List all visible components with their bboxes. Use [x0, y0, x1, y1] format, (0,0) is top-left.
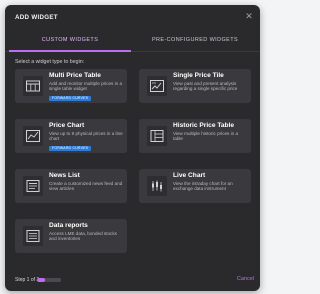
tab-bar: CUSTOM WIDGETS PRE-CONFIGURED WIDGETS — [5, 29, 260, 52]
modal-footer: Step 1 of 3 Cancel — [5, 269, 260, 291]
widget-title: Multi Price Table — [49, 72, 101, 79]
widget-card-historic-price-table[interactable]: Historic Price Table View multiple histo… — [139, 119, 251, 153]
line-chart-icon — [23, 126, 43, 146]
widget-description: View the intraday chart for an exchange … — [173, 181, 233, 192]
report-icon — [23, 226, 43, 246]
tab-custom-widgets[interactable]: CUSTOM WIDGETS — [9, 29, 131, 52]
cancel-button[interactable]: Cancel — [237, 276, 254, 282]
widget-title: Price Chart — [49, 122, 85, 129]
widget-card-single-price-tile[interactable]: Single Price Tile View past and present … — [139, 69, 251, 103]
widget-description: Create a customized news feed and view a… — [49, 181, 123, 192]
widget-description: View past and present analysis regarding… — [173, 81, 238, 92]
tab-pre-configured-widgets[interactable]: PRE-CONFIGURED WIDGETS — [134, 29, 256, 51]
historic-table-icon — [147, 126, 167, 146]
table-grid-icon — [23, 76, 43, 96]
forward-curves-badge: FORWARD CURVES — [49, 146, 92, 151]
widget-description: View multiple historic prices in a table — [173, 131, 239, 142]
add-widget-modal: ADD WIDGET ✕ CUSTOM WIDGETS PRE-CONFIGUR… — [5, 5, 260, 291]
step-indicator: Step 1 of 3 — [15, 277, 40, 283]
modal-header: ADD WIDGET ✕ — [5, 5, 260, 29]
modal-title: ADD WIDGET — [15, 14, 58, 21]
widget-title: Single Price Tile — [173, 72, 224, 79]
widget-card-news-list[interactable]: News List Create a customized news feed … — [15, 169, 127, 203]
news-list-icon — [23, 176, 43, 196]
step-progress-bar — [37, 278, 61, 282]
close-icon[interactable]: ✕ — [244, 11, 254, 21]
widget-title: Historic Price Table — [173, 122, 235, 129]
widget-type-prompt: Select a widget type to begin: — [15, 59, 85, 65]
widget-card-price-chart[interactable]: Price Chart View up to 8 physical prices… — [15, 119, 127, 153]
price-tile-icon — [147, 76, 167, 96]
widget-description: Add and monitor multiple prices in a sin… — [49, 81, 123, 92]
widget-title: Live Chart — [173, 172, 206, 179]
forward-curves-badge: FORWARD CURVES — [49, 96, 92, 101]
candlestick-icon — [147, 176, 167, 196]
widget-title: News List — [49, 172, 80, 179]
widget-card-live-chart[interactable]: Live Chart View the intraday chart for a… — [139, 169, 251, 203]
widget-description: Access LME data, bonded stocks and inven… — [49, 231, 117, 242]
widget-card-multi-price-table[interactable]: Multi Price Table Add and monitor multip… — [15, 69, 127, 103]
widget-description: View up to 8 physical prices in a line c… — [49, 131, 123, 142]
step-progress-fill — [37, 278, 45, 282]
widget-title: Data reports — [49, 222, 88, 229]
widget-card-data-reports[interactable]: Data reports Access LME data, bonded sto… — [15, 219, 127, 253]
